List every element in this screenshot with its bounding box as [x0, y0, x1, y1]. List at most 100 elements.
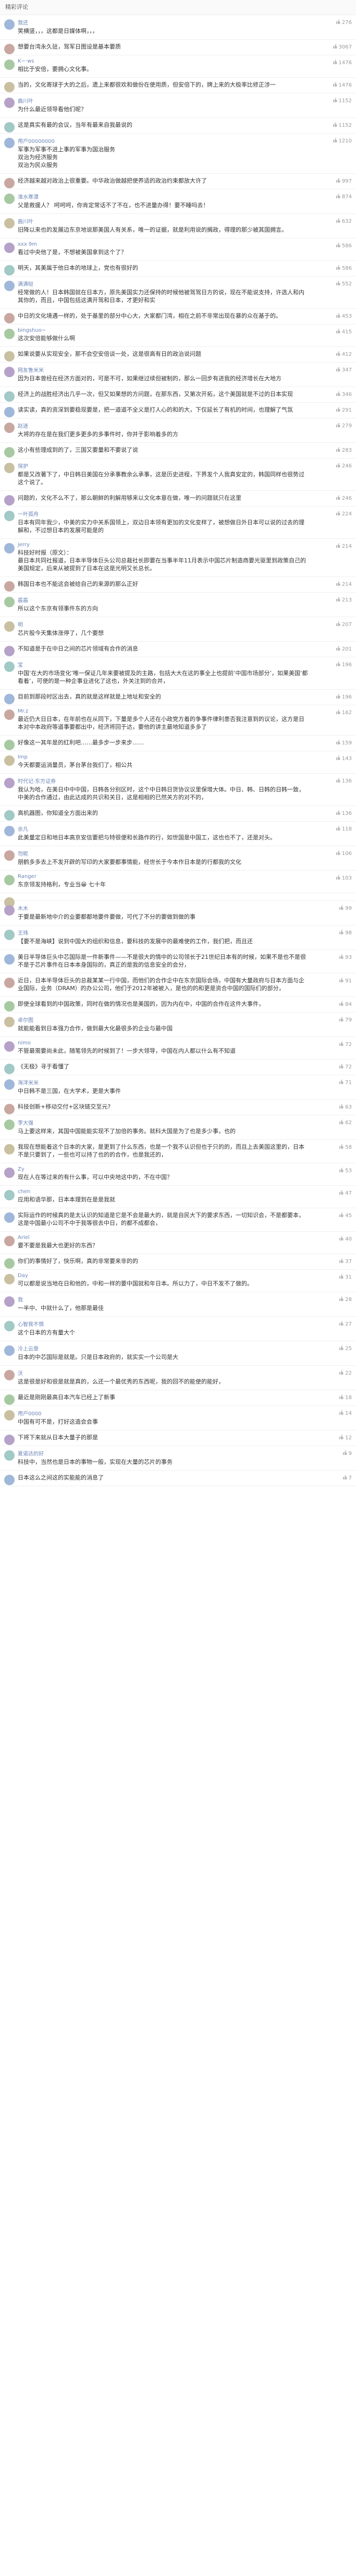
avatar[interactable]	[4, 755, 15, 766]
comment-author[interactable]: xxx 9m	[18, 242, 309, 247]
avatar[interactable]	[4, 1001, 15, 1012]
like-button[interactable]: 415	[314, 329, 352, 335]
like-button[interactable]: 347	[314, 367, 352, 373]
avatar[interactable]	[4, 1475, 15, 1485]
like-button[interactable]: 91	[314, 978, 352, 984]
like-button[interactable]: 213	[314, 597, 352, 603]
avatar[interactable]	[4, 281, 15, 291]
avatar[interactable]	[4, 621, 15, 632]
comment-author[interactable]: 明	[18, 620, 309, 628]
like-button[interactable]: 37	[314, 1258, 352, 1265]
like-button[interactable]: 1476	[314, 82, 352, 88]
avatar[interactable]	[4, 423, 15, 433]
like-button[interactable]: 214	[314, 543, 352, 549]
like-button[interactable]: 196	[314, 694, 352, 700]
like-button[interactable]: 874	[314, 194, 352, 200]
comment-author[interactable]: 用户0000	[18, 1409, 309, 1417]
avatar[interactable]	[4, 740, 15, 750]
like-button[interactable]: 106	[314, 850, 352, 857]
avatar[interactable]	[4, 1370, 15, 1380]
avatar[interactable]	[4, 194, 15, 204]
comment-author[interactable]: 心智我不惧	[18, 1320, 309, 1328]
like-button[interactable]: 3067	[314, 44, 352, 50]
comment-author[interactable]: 宝	[18, 660, 309, 668]
comment-author[interactable]: 沃	[18, 1369, 309, 1377]
like-button[interactable]: 283	[314, 447, 352, 453]
avatar[interactable]	[4, 391, 15, 402]
avatar[interactable]	[4, 1064, 15, 1074]
comment-author[interactable]: lmp	[18, 754, 309, 760]
comment-author[interactable]: 木木	[18, 904, 309, 912]
like-button[interactable]: 586	[314, 243, 352, 249]
avatar[interactable]	[4, 978, 15, 988]
avatar[interactable]	[4, 511, 15, 521]
like-button[interactable]: 98	[314, 930, 352, 936]
avatar[interactable]	[4, 597, 15, 607]
avatar[interactable]	[4, 709, 15, 720]
avatar[interactable]	[4, 1274, 15, 1284]
avatar[interactable]	[4, 367, 15, 377]
avatar[interactable]	[4, 1296, 15, 1307]
like-button[interactable]: 246	[314, 463, 352, 469]
like-button[interactable]: 72	[314, 1041, 352, 1048]
avatar[interactable]	[4, 661, 15, 672]
like-button[interactable]: 291	[314, 407, 352, 413]
comment-author[interactable]: Zy	[18, 1166, 309, 1172]
like-button[interactable]: 136	[314, 778, 352, 784]
avatar[interactable]	[4, 407, 15, 417]
like-button[interactable]: 14	[314, 1410, 352, 1416]
like-button[interactable]: 31	[314, 1274, 352, 1280]
avatar[interactable]	[4, 44, 15, 54]
like-button[interactable]: 1476	[314, 59, 352, 66]
like-button[interactable]: 118	[314, 826, 352, 832]
like-button[interactable]: 72	[314, 1064, 352, 1070]
comment-author[interactable]: 酱酱	[18, 596, 309, 604]
avatar[interactable]	[4, 1120, 15, 1130]
avatar[interactable]	[4, 543, 15, 553]
like-button[interactable]: 28	[314, 1296, 352, 1303]
avatar[interactable]	[4, 463, 15, 473]
like-button[interactable]: 53	[314, 1167, 352, 1174]
like-button[interactable]: 586	[314, 265, 352, 271]
comment-author[interactable]: Ariel	[18, 1235, 309, 1241]
comment-author[interactable]: 我	[18, 1295, 309, 1303]
comment-author[interactable]: 我还	[18, 18, 309, 26]
avatar[interactable]	[4, 1321, 15, 1331]
like-button[interactable]: 25	[314, 1345, 352, 1352]
like-button[interactable]: 103	[314, 875, 352, 881]
avatar[interactable]	[4, 581, 15, 592]
like-button[interactable]: 162	[314, 709, 352, 716]
comment-author[interactable]: Ranger	[18, 874, 309, 880]
avatar[interactable]	[4, 178, 15, 188]
avatar[interactable]	[4, 646, 15, 656]
comment-author[interactable]: 时代记·东方证券	[18, 777, 309, 785]
avatar[interactable]	[4, 778, 15, 788]
comment-author[interactable]: 满满哒	[18, 280, 309, 287]
avatar[interactable]	[4, 1394, 15, 1405]
like-button[interactable]: 276	[314, 19, 352, 26]
like-button[interactable]: 45	[314, 1212, 352, 1219]
like-button[interactable]: 159	[314, 740, 352, 746]
avatar[interactable]	[4, 1212, 15, 1223]
like-button[interactable]: 71	[314, 1079, 352, 1086]
avatar[interactable]	[4, 905, 15, 916]
comment-author[interactable]: 王玮	[18, 929, 309, 936]
like-button[interactable]: 143	[314, 755, 352, 762]
like-button[interactable]: 453	[314, 313, 352, 319]
comment-author[interactable]: nimo	[18, 1040, 309, 1046]
like-button[interactable]: 84	[314, 1001, 352, 1007]
like-button[interactable]: 22	[314, 1370, 352, 1376]
comment-author[interactable]: 余凡	[18, 825, 309, 833]
avatar[interactable]	[4, 98, 15, 108]
like-button[interactable]: 201	[314, 646, 352, 652]
avatar[interactable]	[4, 1104, 15, 1114]
comment-author[interactable]: 卓尔图	[18, 1016, 309, 1024]
comment-author[interactable]: 曲川叶	[18, 217, 309, 225]
avatar[interactable]	[4, 313, 15, 323]
comment-author[interactable]: Mr.z	[18, 708, 309, 714]
like-button[interactable]: 7	[314, 1475, 352, 1481]
avatar[interactable]	[4, 329, 15, 339]
like-button[interactable]: 18	[314, 1394, 352, 1401]
avatar[interactable]	[4, 1167, 15, 1178]
comment-author[interactable]: 李大强	[18, 1118, 309, 1126]
